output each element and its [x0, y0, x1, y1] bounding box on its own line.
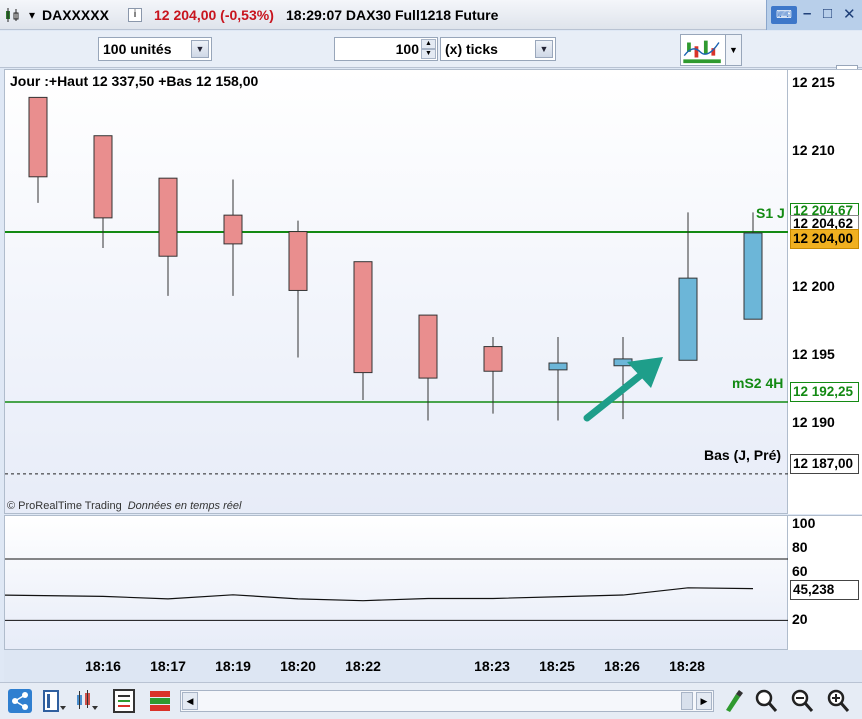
oscillator-pane[interactable]	[4, 515, 789, 650]
info-icon[interactable]: i	[128, 8, 142, 22]
price-chart-pane[interactable]: Jour :+Haut 12 337,50 +Bas 12 158,00 S1 …	[4, 69, 789, 514]
scroll-left-icon[interactable]: ◀	[182, 692, 198, 710]
candles-settings-icon[interactable]	[74, 688, 98, 714]
time-label: 18:19	[215, 658, 251, 674]
candlestick-app-icon[interactable]	[4, 7, 24, 23]
scroll-right-icon[interactable]: ▶	[696, 692, 712, 710]
time-label: 18:26	[604, 658, 640, 674]
order-book-icon[interactable]	[112, 688, 136, 714]
chart-toolbar: 100 unités ▼ 100 ▲ ▼ (x) ticks ▼ ▼	[0, 31, 862, 97]
bear-candle	[28, 96, 48, 178]
horizontal-scrollbar[interactable]: ◀ ▶	[180, 690, 714, 712]
price-tick: 12 210	[792, 142, 835, 158]
stepper-up-icon[interactable]: ▲	[421, 39, 436, 49]
zoom-area-icon[interactable]	[754, 688, 778, 714]
osc-value-tag: 45,238	[790, 580, 859, 600]
depth-table-icon[interactable]	[148, 688, 172, 714]
title-bar: ▾ DAXXXXX i 12 204,00 (-0,53%) 18:29:07 …	[0, 0, 862, 30]
tick-mode-select[interactable]: (x) ticks ▼	[440, 37, 556, 61]
price-chart-svg	[5, 96, 789, 475]
osc-tick: 20	[792, 611, 808, 627]
bear-candle	[353, 261, 373, 374]
bear-candle	[158, 177, 178, 257]
scroll-thumb[interactable]	[681, 692, 693, 710]
s1-level-label: S1 J	[756, 205, 785, 221]
maximize-icon[interactable]: □	[823, 5, 832, 22]
time-instrument: 18:29:07 DAX30 Full1218 Future	[286, 7, 499, 23]
close-icon[interactable]: ✕	[843, 5, 856, 23]
units-value: 100 unités	[103, 41, 172, 57]
price-tick: 12 195	[792, 346, 835, 362]
window-controls: ⌨ – □ ✕	[766, 0, 862, 30]
chevron-down-icon[interactable]: ▼	[535, 40, 553, 58]
ms2-level-tag: 12 192,25	[790, 382, 859, 402]
keyboard-icon[interactable]: ⌨	[771, 6, 797, 24]
zoom-out-icon[interactable]	[790, 688, 814, 714]
bas-level-tag: 12 187,00	[790, 454, 859, 474]
time-label: 18:16	[85, 658, 121, 674]
bear-candle	[418, 314, 438, 379]
minimize-icon[interactable]: –	[803, 5, 811, 22]
oscillator-axis[interactable]: 100 80 60 45,238 20	[788, 515, 862, 650]
symbol-name[interactable]: DAXXXXX	[42, 7, 109, 23]
bas-level-label: Bas (J, Pré)	[704, 447, 782, 463]
watermark: © ProRealTime Trading Données en temps ré…	[7, 500, 241, 512]
time-label: 18:28	[669, 658, 705, 674]
osc-tick: 80	[792, 539, 808, 555]
bear-candle	[483, 346, 503, 372]
tick-count-stepper[interactable]: 100 ▲ ▼	[334, 37, 438, 61]
current-price-tag: 12 204,00	[790, 229, 859, 249]
time-label: 18:17	[150, 658, 186, 674]
watermark-text: © ProRealTime Trading	[7, 500, 122, 512]
bottom-toolbar: ◀ ▶	[0, 682, 862, 719]
day-high-low-header: Jour :+Haut 12 337,50 +Bas 12 158,00	[10, 73, 259, 89]
stepper-down-icon[interactable]: ▼	[421, 49, 436, 59]
tick-mode-value: (x) ticks	[445, 41, 498, 57]
bear-candle	[288, 231, 308, 291]
bear-candle	[93, 135, 113, 219]
layout-icon[interactable]	[42, 688, 66, 714]
chevron-down-icon[interactable]: ▼	[191, 40, 209, 58]
bull-candle	[743, 232, 763, 320]
time-axis[interactable]: 18:16 18:17 18:19 18:20 18:22 18:23 18:2…	[4, 650, 862, 682]
price-tick: 12 200	[792, 278, 835, 294]
osc-tick: 100	[792, 515, 816, 531]
bear-candle	[223, 214, 243, 245]
share-icon[interactable]	[8, 688, 32, 714]
indicators-dropdown-icon[interactable]: ▼	[726, 34, 742, 66]
zoom-in-icon[interactable]	[826, 688, 850, 714]
price-axis[interactable]: 12 215 12 210 12 200 12 195 12 190 12 20…	[788, 69, 862, 514]
osc-tick: 60	[792, 563, 808, 579]
time-label: 18:22	[345, 658, 381, 674]
tick-count-value: 100	[395, 41, 419, 57]
time-label: 18:25	[539, 658, 575, 674]
oscillator-svg	[5, 558, 789, 621]
units-select[interactable]: 100 unités ▼	[98, 37, 212, 61]
watermark-note: Données en temps réel	[127, 500, 242, 512]
time-label: 18:23	[474, 658, 510, 674]
indicators-icon[interactable]	[680, 34, 726, 66]
price-tick: 12 190	[792, 414, 835, 430]
drawing-tools-icon[interactable]	[722, 688, 746, 714]
time-label: 18:20	[280, 658, 316, 674]
bull-candle	[678, 277, 698, 361]
ms2-level-label: mS2 4H	[732, 375, 784, 391]
price-tick: 12 215	[792, 74, 835, 90]
bull-candle	[548, 362, 568, 371]
oscillator-line	[5, 587, 754, 602]
arrow-shaft	[583, 371, 645, 422]
symbol-dropdown-icon[interactable]: ▾	[29, 8, 35, 22]
price-change: 12 204,00 (-0,53%)	[154, 7, 274, 23]
